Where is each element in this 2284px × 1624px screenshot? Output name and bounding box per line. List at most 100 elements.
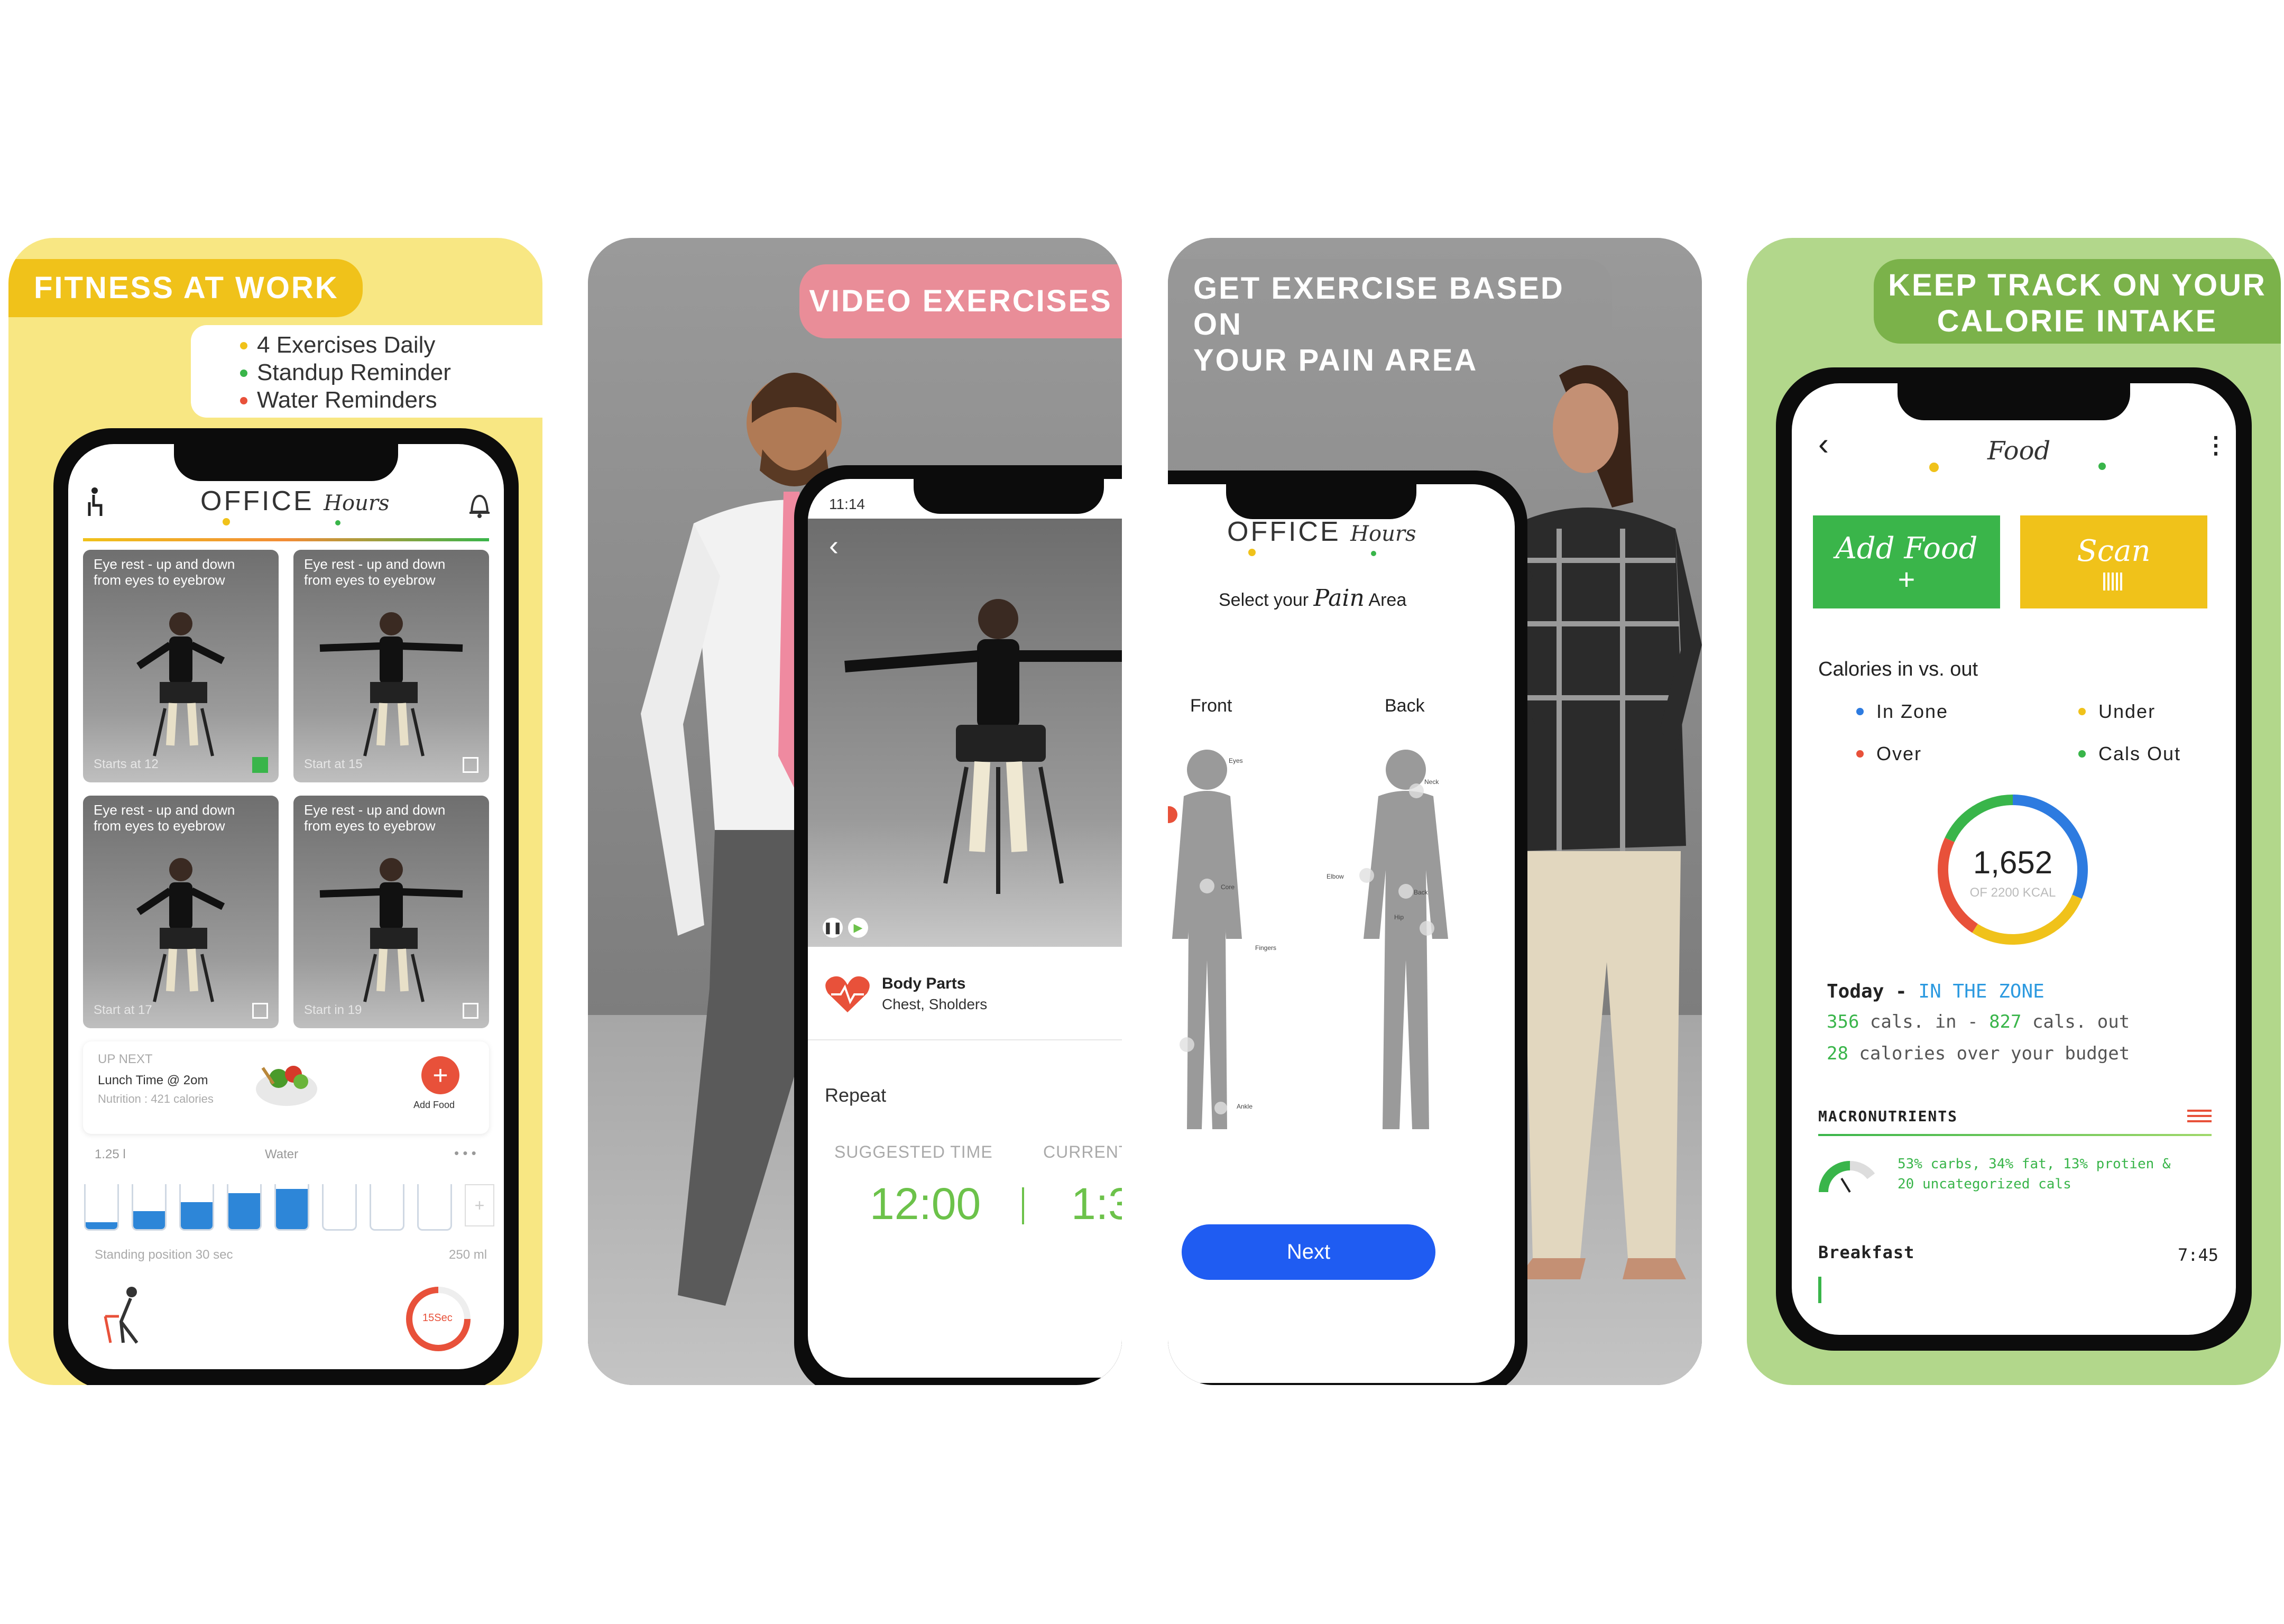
add-food-label: Add Food	[413, 1100, 455, 1110]
banner-text: GET EXERCISE BASED ON	[1193, 271, 1564, 342]
exercise-caption: Eye rest - up and down from eyes to eyebr…	[304, 556, 445, 588]
meal-indicator	[1818, 1277, 1821, 1303]
legend-label: Over	[1876, 743, 1922, 764]
timer-text: 15Sec	[422, 1312, 453, 1324]
cals-out-value: 827	[1989, 1011, 2022, 1032]
phone-notch	[1898, 383, 2130, 420]
up-next-title: Lunch Time @ 2om	[98, 1073, 208, 1087]
calories-of: OF 2200 KCAL	[1969, 885, 2056, 900]
exercise-start-time: Start in 19	[304, 1003, 362, 1017]
banner-video-exercises: VIDEO EXERCISES	[799, 264, 1122, 338]
logo-dot	[1248, 549, 1256, 556]
macros-heading: MACRONUTRIENTS	[1818, 1108, 1958, 1125]
phone-frame: 11:14 ‹ ❚❚ ▶ Body Parts Chest, Sholders	[794, 465, 1122, 1385]
exercise-card[interactable]: Eye rest - up and down from eyes to eyebr…	[83, 796, 279, 1028]
select-pain-area-title: Select your Pain Area	[1219, 585, 1406, 612]
add-glass-button[interactable]: +	[465, 1184, 494, 1226]
logo-text: OFFICE	[200, 486, 314, 516]
body-point-label: Eyes	[1229, 757, 1243, 764]
standing-reminder: Standing position 30 sec	[95, 1248, 233, 1262]
exercise-checkbox[interactable]	[252, 1003, 268, 1019]
feature-item: 4 Exercises Daily	[240, 331, 542, 359]
menu-lines-icon[interactable]	[2187, 1110, 2212, 1124]
exercise-card[interactable]: Eye rest - up and down from eyes to eyebr…	[83, 550, 279, 782]
bell-icon[interactable]	[467, 492, 492, 519]
breakfast-label[interactable]: Breakfast	[1818, 1242, 1914, 1262]
pause-icon[interactable]: ❚❚	[823, 918, 843, 938]
front-label: Front	[1190, 696, 1232, 716]
legend-label: In Zone	[1876, 700, 1949, 722]
body-point-label: Fingers	[1255, 944, 1277, 952]
back-chevron-icon[interactable]: ‹	[829, 529, 839, 562]
water-glass-icon[interactable]	[84, 1184, 119, 1231]
water-glass-icon[interactable]	[132, 1184, 167, 1231]
cals-in-value: 356	[1827, 1011, 1859, 1032]
panel-video-exercises: VIDEO EXERCISES 11:14 ‹ ❚❚ ▶ Body Parts …	[588, 238, 1122, 1385]
exercise-card[interactable]: Eye rest - up and down from eyes to eyebr…	[293, 796, 489, 1028]
banner-calorie-intake: KEEP TRACK ON YOUR CALORIE INTAKE	[1874, 259, 2281, 344]
page-title: Food	[1987, 436, 2051, 466]
more-options-icon[interactable]: • • •	[454, 1145, 476, 1161]
scan-button[interactable]: Scan	[2020, 515, 2207, 608]
exercise-start-time: Start at 17	[94, 1003, 152, 1017]
caption-line: from eyes to eyebrow	[94, 572, 225, 588]
phone-frame: ‹ Food ⋮ Add Food + Scan Calories in vs.…	[1776, 367, 2252, 1351]
logo-dot	[1371, 551, 1376, 556]
overflow-menu-icon[interactable]: ⋮	[2204, 432, 2227, 459]
water-level	[133, 1211, 165, 1229]
calories-value: 1,652	[1973, 845, 2053, 880]
today-summary: Today - IN THE ZONE	[1827, 981, 2044, 1002]
water-glass-icon[interactable]	[274, 1184, 309, 1231]
suggested-time-label: SUGGESTED TIME	[834, 1142, 993, 1161]
panel-calorie-tracking: KEEP TRACK ON YOUR CALORIE INTAKE ‹ Food …	[1747, 238, 2281, 1385]
water-level	[276, 1188, 308, 1229]
exercise-checkbox[interactable]	[463, 1003, 478, 1019]
today-label: Today -	[1827, 981, 1919, 1002]
suggested-time-value: 12:00	[870, 1179, 981, 1229]
select-text: Select your	[1219, 590, 1309, 610]
macros-line: 20 uncategorized cals	[1898, 1176, 2071, 1192]
water-level	[228, 1193, 260, 1229]
scan-label: Scan	[2077, 533, 2151, 568]
next-button[interactable]: Next	[1182, 1224, 1435, 1280]
water-glass-icon[interactable]	[417, 1184, 452, 1231]
caption-line: from eyes to eyebrow	[304, 572, 436, 588]
up-next-card[interactable]: UP NEXT Lunch Time @ 2om Nutrition : 421…	[83, 1041, 489, 1134]
legend-dot-icon	[2078, 750, 2086, 758]
exercise-card[interactable]: Eye rest - up and down from eyes to eyebr…	[293, 550, 489, 782]
add-food-button[interactable]: +	[421, 1056, 459, 1094]
breakfast-time: 7:45	[2178, 1245, 2219, 1265]
video-player[interactable]: ‹ ❚❚ ▶	[808, 519, 1122, 947]
exercise-figure	[319, 612, 463, 756]
water-glass-icon[interactable]	[370, 1184, 404, 1231]
logo-script: Hours	[1350, 522, 1416, 546]
body-parts-title: Body Parts	[882, 975, 966, 992]
play-icon[interactable]: ▶	[848, 918, 868, 938]
cals-in-out: 356 cals. in - 827 cals. out	[1827, 1011, 2130, 1032]
water-glass-icon[interactable]	[227, 1184, 262, 1231]
exercise-checkbox[interactable]	[463, 757, 478, 773]
add-food-button[interactable]: Add Food +	[1813, 515, 2000, 608]
body-point-label: Hip	[1394, 914, 1404, 921]
water-glass-icon[interactable]	[179, 1184, 214, 1231]
time-divider	[1022, 1187, 1024, 1224]
legend-dot-icon	[1856, 750, 1864, 758]
header-divider	[83, 538, 489, 541]
feature-label: Water Reminders	[257, 387, 437, 413]
app-logo: OFFICE Hours	[1227, 516, 1416, 548]
back-arrow-icon[interactable]: ‹	[1818, 426, 1829, 462]
food-bowl-icon	[256, 1066, 317, 1106]
caption-line: Eye rest - up and down	[304, 556, 446, 572]
macros-gauge-icon	[1819, 1161, 1875, 1193]
legend-item: Cals Out	[2078, 743, 2181, 765]
back-body-figure[interactable]	[1342, 738, 1469, 1150]
body-point-label: Ankle	[1237, 1103, 1253, 1110]
legend-item: Under	[2078, 700, 2156, 723]
person-sitting-icon[interactable]	[87, 486, 106, 518]
exercise-checkbox[interactable]	[252, 757, 268, 773]
phone-frame: OFFICE Hours Select your Pain Area Front…	[1168, 470, 1527, 1385]
divider	[808, 1039, 1122, 1040]
water-level	[181, 1202, 213, 1229]
water-glass-icon[interactable]	[322, 1184, 357, 1231]
bullet-icon	[240, 397, 247, 404]
